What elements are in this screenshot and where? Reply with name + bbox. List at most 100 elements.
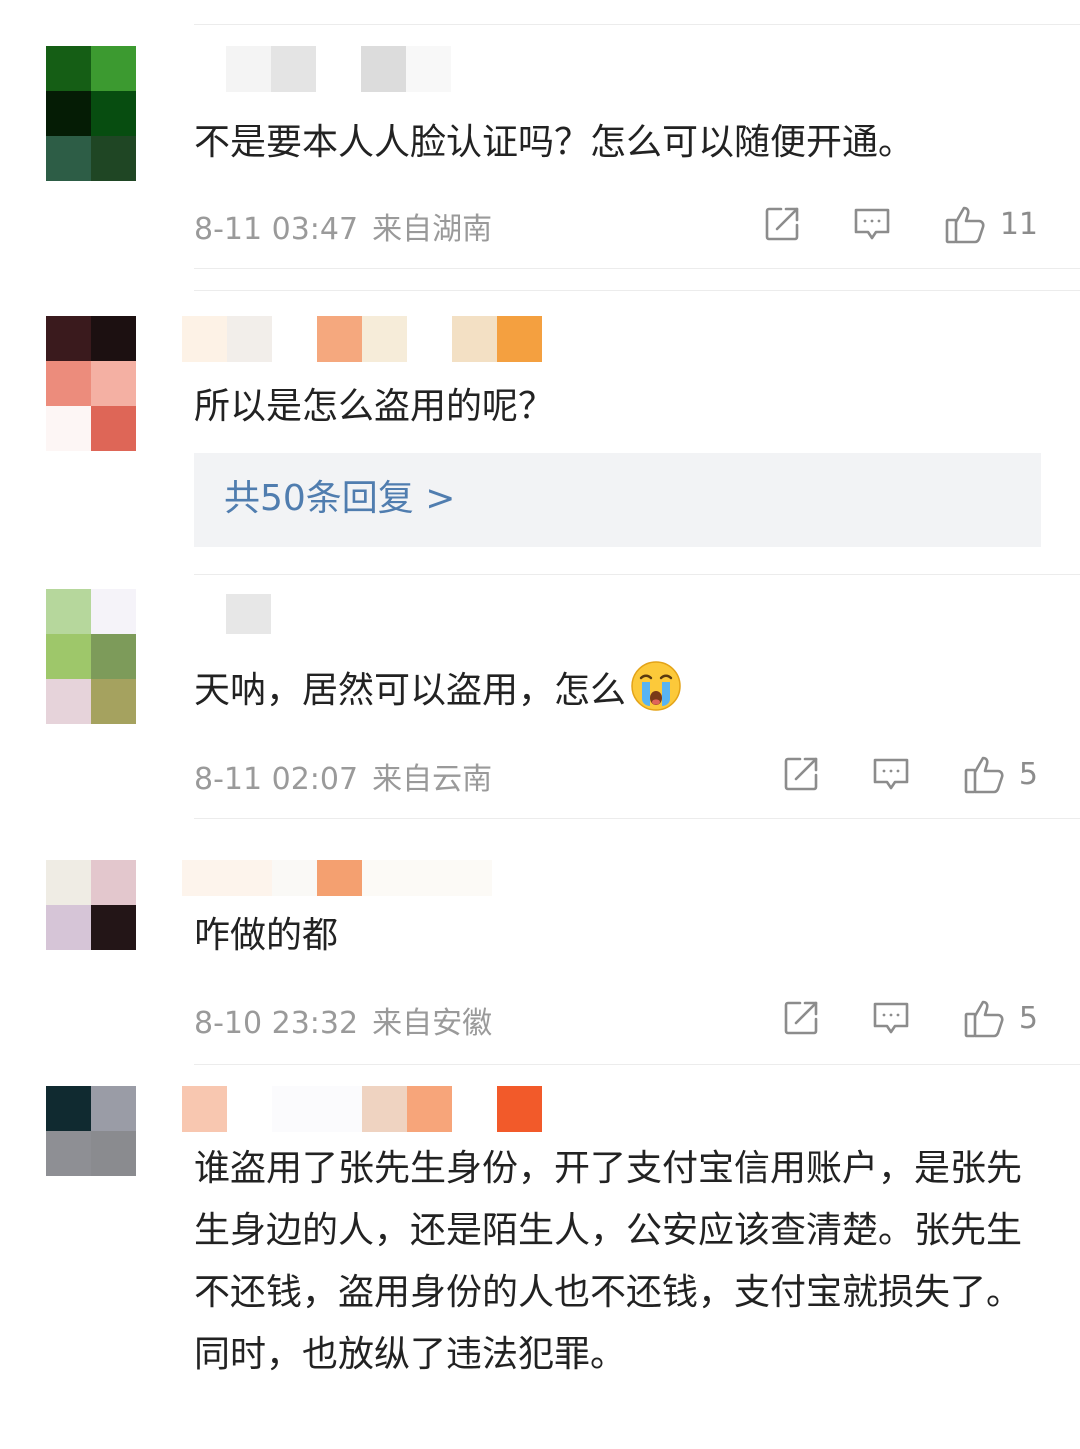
blur-block: [317, 316, 362, 362]
avatar[interactable]: [46, 316, 136, 451]
avatar-pixel: [91, 316, 136, 361]
blur-block: [182, 1086, 227, 1132]
blur-block: [362, 860, 492, 896]
avatar-pixel: [91, 46, 136, 91]
comment-text: 天呐，居然可以盗用，怎么: [194, 660, 682, 732]
blur-block: [407, 1086, 452, 1132]
username-redacted[interactable]: [182, 860, 492, 896]
like-count: 11: [999, 206, 1038, 242]
comment-icon[interactable]: [852, 204, 892, 244]
thumbs-up-icon: [963, 996, 1007, 1040]
blur-block: [182, 316, 227, 362]
comment-text: 所以是怎么盗用的呢？: [194, 386, 555, 427]
avatar-pixel: [91, 905, 136, 950]
like-button[interactable]: 5: [963, 996, 1038, 1040]
avatar-pixel: [46, 905, 91, 950]
comment-location: 来自湖南: [372, 212, 493, 247]
comment-divider: [194, 1064, 1080, 1065]
avatar[interactable]: [46, 46, 136, 181]
blur-block: [227, 316, 272, 362]
blur-block: [452, 316, 497, 362]
comment-divider: [194, 290, 1080, 291]
share-icon[interactable]: [781, 998, 821, 1038]
comment-divider: [194, 574, 1080, 575]
avatar-pixel: [46, 634, 91, 679]
avatar-pixel: [91, 589, 136, 634]
comment-icon[interactable]: [871, 998, 911, 1038]
blur-block: [361, 46, 406, 92]
comment-meta: 8-10 23:32 来自安徽: [194, 998, 492, 1042]
avatar[interactable]: [46, 860, 136, 950]
blur-block: [182, 860, 272, 896]
avatar-pixel: [46, 589, 91, 634]
thumbs-up-icon: [944, 202, 988, 246]
blur-block: [272, 316, 317, 362]
avatar-pixel: [46, 136, 91, 181]
comment-icon[interactable]: [871, 754, 911, 794]
comment-text: 不是要本人人脸认证吗？怎么可以随便开通。: [194, 122, 915, 163]
blur-block: [272, 860, 317, 896]
comment-text: 咋做的都: [194, 915, 339, 956]
comment-actions: 5: [781, 996, 1038, 1040]
replies-box[interactable]: 共50条回复 >: [194, 453, 1041, 547]
comment-date: 8-11 02:07: [194, 762, 359, 797]
like-count: 5: [1018, 1000, 1038, 1036]
comment-text: 谁盗用了张先生身份，开了支付宝信用账户，是张先生身边的人，还是陌生人，公安应该查…: [194, 1148, 1023, 1375]
top-divider: [194, 24, 1080, 25]
comment-actions: 5: [781, 752, 1038, 796]
comment-date: 8-10 23:32: [194, 1006, 359, 1041]
blur-block: [226, 594, 271, 634]
like-button[interactable]: 5: [963, 752, 1038, 796]
avatar-pixel: [46, 406, 91, 451]
blur-block: [271, 46, 316, 92]
avatar-pixel: [91, 1086, 136, 1131]
avatar-pixel: [91, 1131, 136, 1176]
username-redacted[interactable]: [182, 1086, 542, 1132]
avatar-pixel: [91, 136, 136, 181]
like-count: 5: [1018, 756, 1038, 792]
blur-block: [497, 1086, 542, 1132]
username-redacted[interactable]: [226, 46, 451, 92]
like-button[interactable]: 11: [944, 202, 1038, 246]
comment-text-content: 天呐，居然可以盗用，怎么: [194, 670, 627, 711]
blur-block: [407, 316, 452, 362]
avatar-pixel: [91, 634, 136, 679]
comment-divider: [194, 268, 1080, 269]
avatar-pixel: [46, 679, 91, 724]
blur-block: [226, 46, 271, 92]
avatar-pixel: [46, 1131, 91, 1176]
blur-block: [362, 1086, 407, 1132]
comment-meta: 8-11 02:07 来自云南: [194, 754, 492, 798]
avatar-pixel: [91, 679, 136, 724]
blur-block: [316, 46, 361, 92]
avatar-pixel: [46, 860, 91, 905]
blur-block: [406, 46, 451, 92]
avatar[interactable]: [46, 1086, 136, 1176]
username-redacted[interactable]: [182, 316, 542, 362]
blur-block: [452, 1086, 497, 1132]
avatar-pixel: [46, 1086, 91, 1131]
blur-block: [227, 1086, 272, 1132]
share-icon[interactable]: [762, 204, 802, 244]
comment-actions: 11: [762, 202, 1038, 246]
avatar-pixel: [91, 860, 136, 905]
view-replies-link[interactable]: 共50条回复 >: [224, 467, 455, 531]
crying-face-emoji: [630, 660, 682, 732]
blur-block: [362, 316, 407, 362]
avatar-pixel: [46, 361, 91, 406]
comment-location: 来自安徽: [372, 1006, 493, 1041]
blur-block: [317, 860, 362, 896]
comment-meta: 8-11 03:47 来自湖南: [194, 204, 492, 248]
share-icon[interactable]: [781, 754, 821, 794]
blur-block: [272, 1086, 362, 1132]
comment-divider: [194, 818, 1080, 819]
thumbs-up-icon: [963, 752, 1007, 796]
blur-block: [497, 316, 542, 362]
username-redacted[interactable]: [226, 594, 271, 634]
avatar-pixel: [46, 316, 91, 361]
avatar[interactable]: [46, 589, 136, 724]
comment-location: 来自云南: [372, 762, 493, 797]
avatar-pixel: [91, 361, 136, 406]
avatar-pixel: [46, 46, 91, 91]
avatar-pixel: [91, 91, 136, 136]
